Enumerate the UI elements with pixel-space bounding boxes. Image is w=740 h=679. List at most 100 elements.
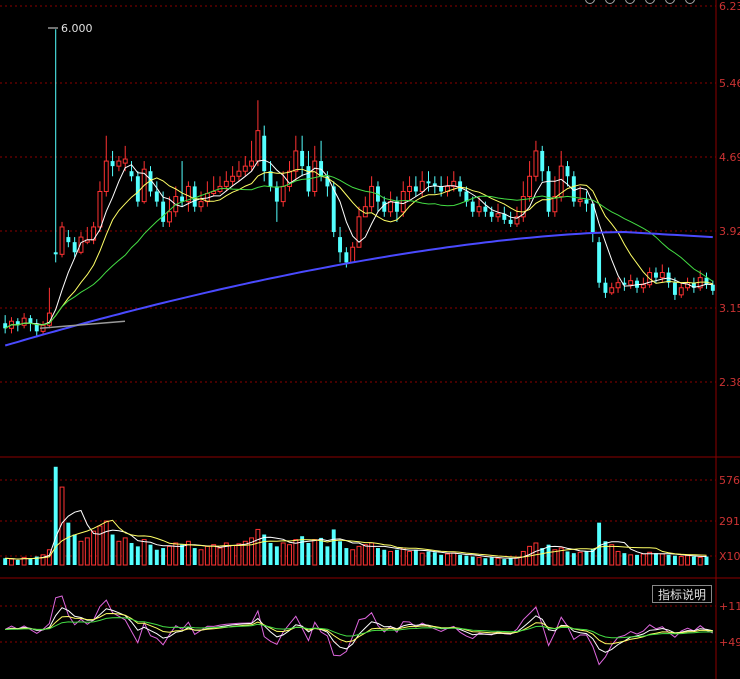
candle-body [129, 171, 134, 177]
volume-bar [362, 544, 368, 566]
volume-bar [464, 555, 469, 565]
candle-body [344, 252, 349, 263]
candle-body [710, 284, 715, 291]
indicator-tick-label: +11 [719, 600, 740, 613]
price-tick-label: 4.69 [719, 151, 740, 164]
volume-bar [691, 556, 696, 565]
volume-bar [300, 536, 305, 565]
candle-body [110, 161, 115, 167]
candle-body [426, 181, 431, 184]
volume-ma5-line [5, 509, 707, 560]
settings-icon[interactable] [585, 0, 595, 4]
candle-body [495, 213, 501, 218]
indicator-tick-label: +49 [719, 636, 740, 649]
candle-body [458, 181, 463, 192]
volume-bar [268, 542, 273, 565]
candle-body [223, 180, 229, 187]
price-tick-label: 6.23 [719, 0, 740, 13]
candle-body [546, 171, 551, 212]
volume-bar [331, 529, 336, 565]
volume-tick-label: 576 [719, 474, 740, 487]
volume-bar [615, 550, 621, 566]
candle-body [338, 237, 343, 253]
volume-bar [628, 554, 634, 566]
candle-body [280, 185, 286, 203]
volume-bar [344, 548, 349, 565]
candle-body [236, 170, 242, 177]
volume-bar [356, 545, 362, 566]
value-axis: 6.23 5.46 4.69 3.92 3.15 2.38 576 291 X10 +11 +49 [719, 0, 740, 649]
candle-body [192, 186, 197, 207]
volume-bar [350, 549, 356, 566]
volume-bar [375, 548, 380, 565]
candle-body [388, 201, 394, 213]
volume-bar [584, 551, 589, 565]
price-panel [3, 29, 715, 347]
volume-bar [72, 534, 77, 565]
candle-body [362, 206, 368, 218]
volume-bar [15, 559, 20, 565]
volume-bar [470, 556, 475, 565]
indicator-mid-line [5, 607, 713, 653]
candle-body [255, 130, 261, 162]
volume-bar [407, 550, 413, 566]
volume-bar [659, 553, 665, 566]
reference-line [39, 320, 126, 330]
candle-body [603, 282, 608, 293]
zoom-icon[interactable] [665, 0, 675, 4]
candle-body [300, 150, 305, 167]
volume-bar [141, 539, 147, 566]
volume-bar [3, 558, 8, 565]
candle-body [508, 219, 513, 224]
indicator-help-button[interactable]: 指标说明 [652, 585, 712, 603]
ma10-line [4, 168, 713, 329]
stock-chart[interactable]: 6.235.464.693.923.152.38576291X10+11+49 … [0, 0, 740, 679]
volume-bar [274, 546, 279, 565]
candle-body [268, 171, 273, 187]
close-icon[interactable] [685, 0, 695, 4]
candle-body [53, 252, 58, 255]
candle-body [312, 160, 318, 192]
volume-bar [325, 546, 330, 565]
volume-bar [287, 544, 292, 566]
volume-bar [154, 549, 159, 565]
link-icon[interactable] [645, 0, 655, 4]
volume-bar [495, 557, 501, 566]
volume-bar [180, 544, 185, 565]
volume-bar [609, 544, 615, 566]
volume-bar [230, 545, 236, 566]
volume-bar [198, 549, 204, 566]
volume-bar [565, 551, 570, 565]
volume-panel [3, 466, 709, 566]
volume-bar [571, 553, 576, 565]
volume-bar [91, 530, 97, 566]
candle-body [654, 272, 658, 278]
volume-bar [400, 547, 406, 566]
peak-label: 6.000 [61, 22, 93, 35]
volume-bar [419, 552, 425, 566]
volume-bar [66, 522, 71, 565]
ma20-line [4, 174, 714, 329]
volume-bar [597, 522, 602, 565]
volume-bar [520, 550, 526, 566]
pin-icon[interactable] [605, 0, 615, 4]
window-icon[interactable] [625, 0, 635, 4]
volume-ma10-line [5, 519, 707, 560]
candle-body [242, 165, 248, 172]
candle-body [615, 282, 621, 289]
volume-bar [103, 520, 109, 566]
candle-body [640, 284, 646, 289]
volume-bar [280, 542, 286, 566]
volume-bar [166, 545, 172, 566]
candle-body [419, 180, 425, 192]
price-tick-label: 2.38 [719, 376, 740, 389]
volume-bar [622, 553, 627, 565]
volume-bar [135, 546, 140, 565]
volume-bar [161, 548, 166, 565]
volume-bar [306, 542, 311, 565]
candle-body [659, 272, 665, 279]
volume-bar [40, 554, 46, 566]
volume-bar [685, 555, 691, 566]
volume-bar [122, 537, 128, 566]
volume-bar [312, 539, 318, 566]
